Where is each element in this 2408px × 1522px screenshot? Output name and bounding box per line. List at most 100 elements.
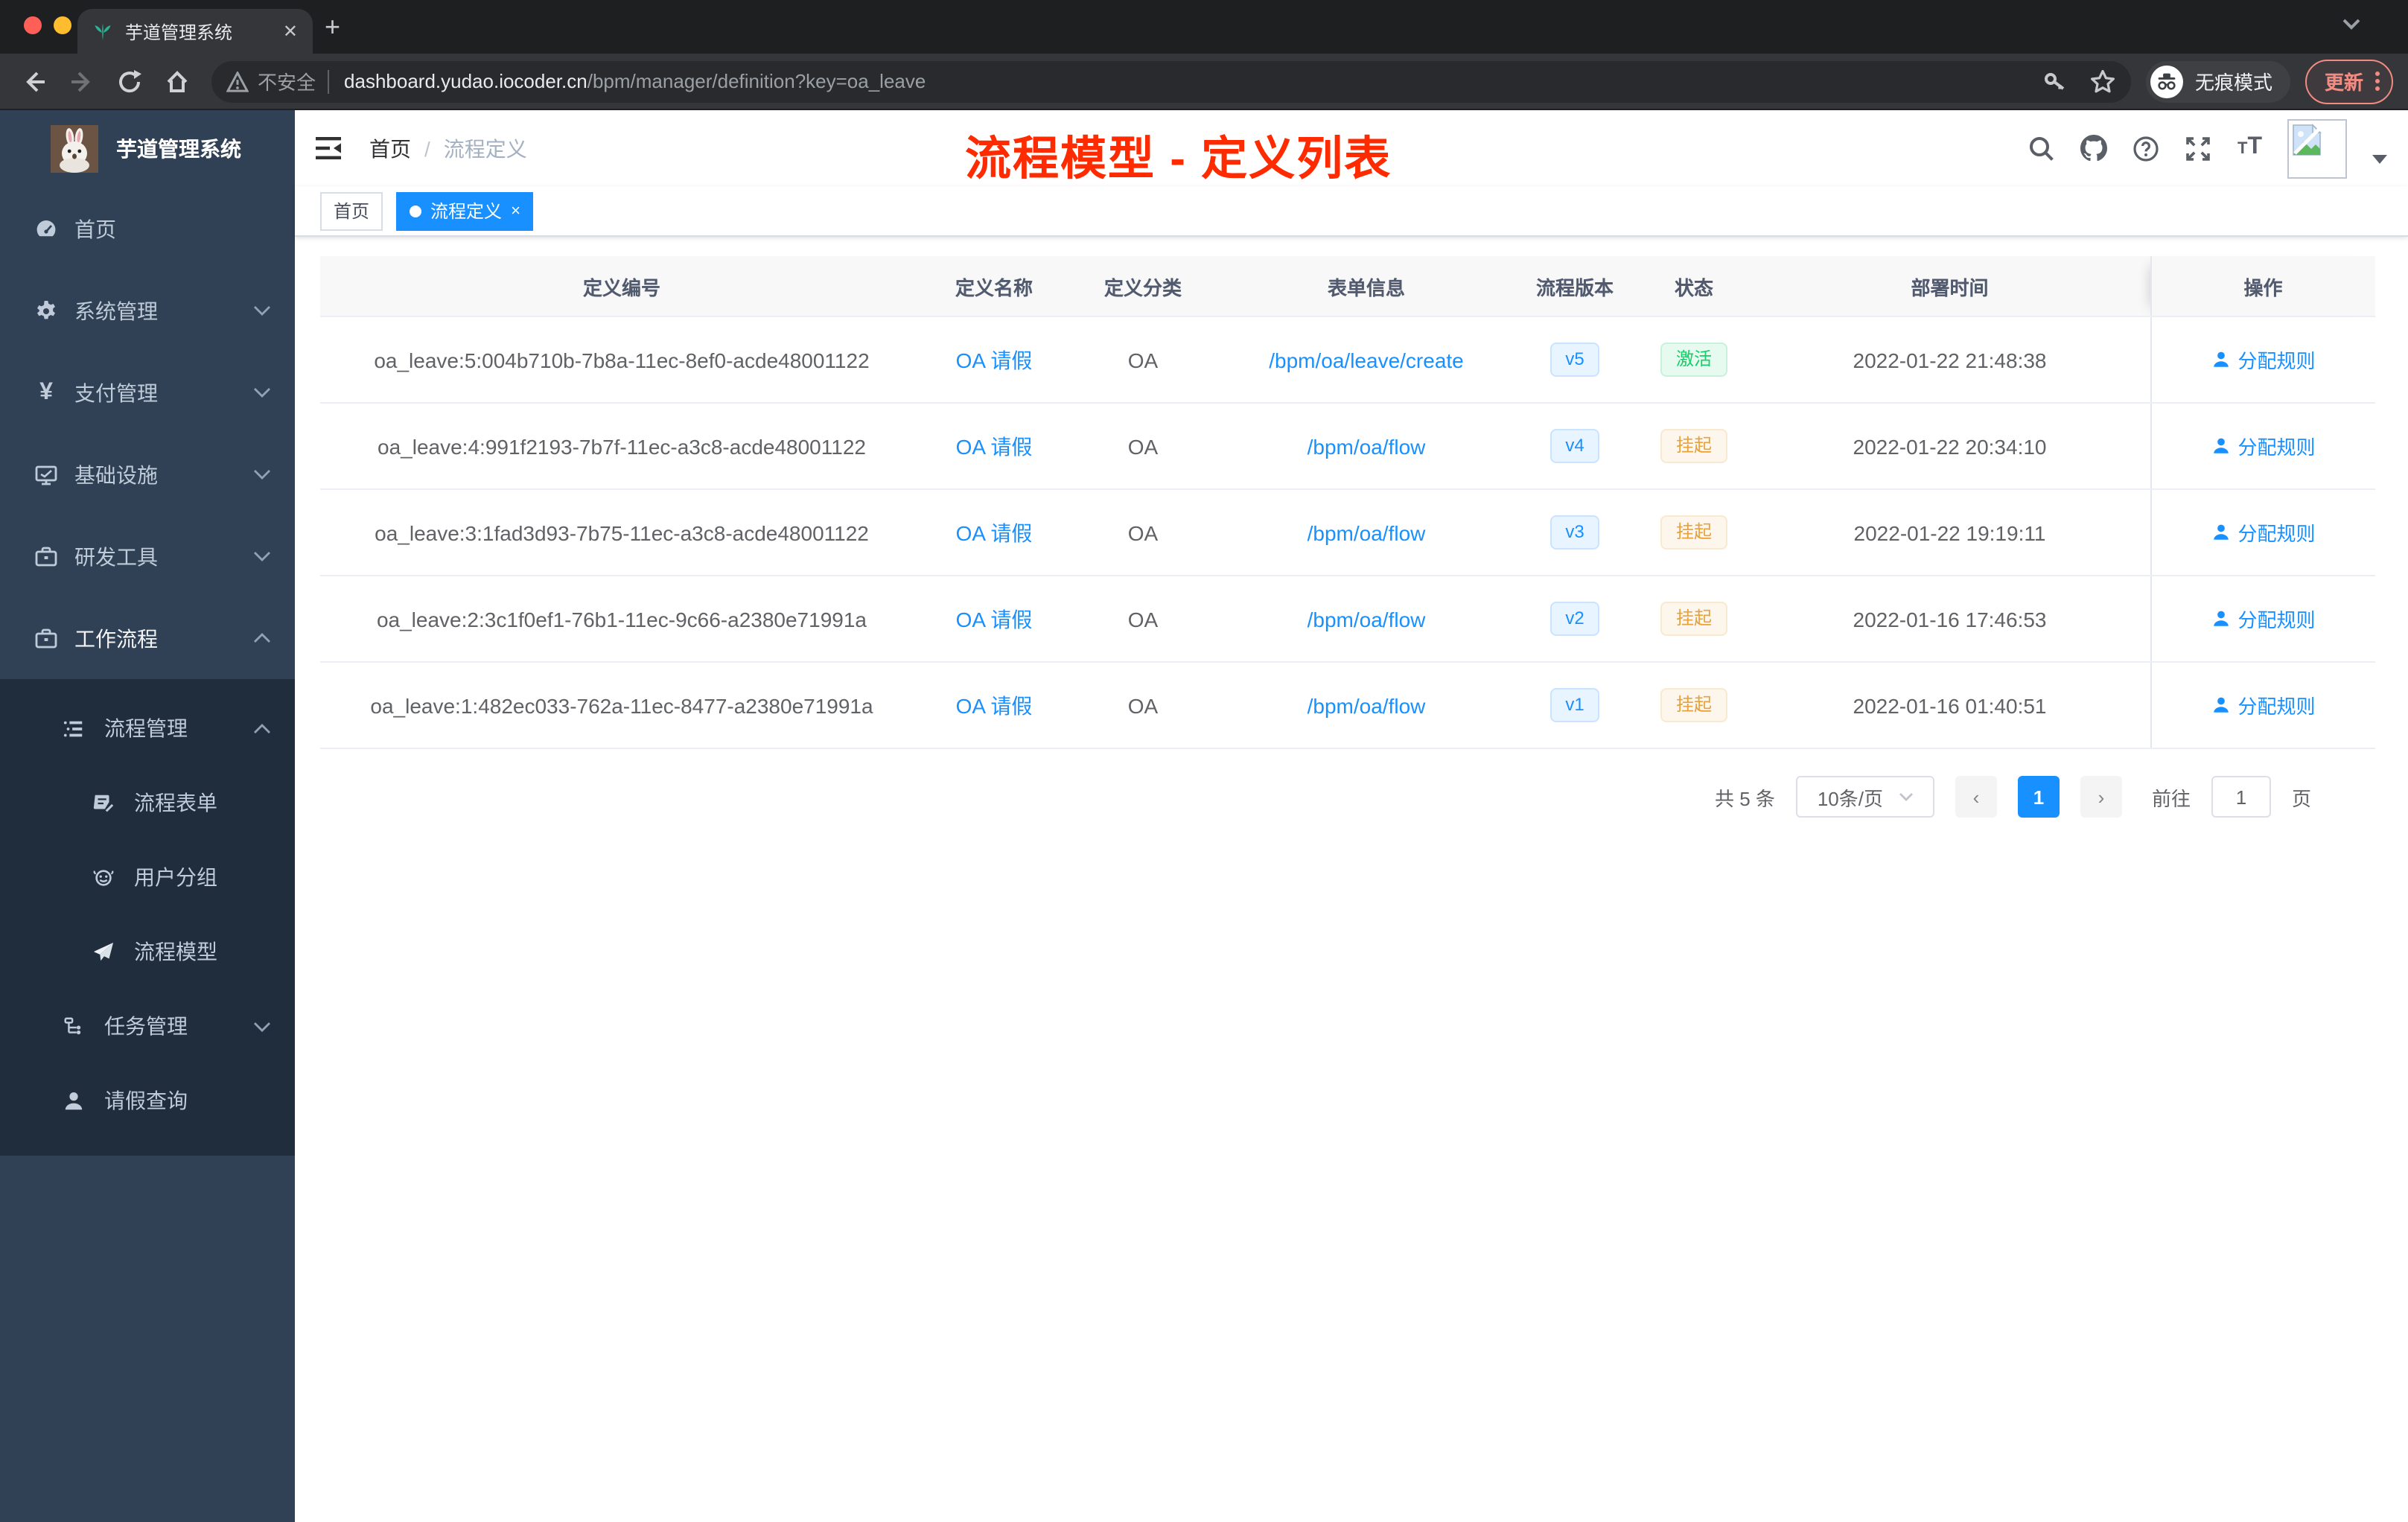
- user-menu-caret-icon[interactable]: [2372, 154, 2387, 163]
- sidebar-item-home[interactable]: 首页: [0, 188, 295, 270]
- browser-menu-icon[interactable]: [2375, 71, 2380, 91]
- tag-close-icon[interactable]: ×: [511, 193, 520, 229]
- assign-rule-button[interactable]: 分配规则: [2211, 518, 2316, 547]
- search-icon[interactable]: [2029, 135, 2056, 162]
- definition-table: 定义编号 定义名称 定义分类 表单信息 流程版本 状态 部署时间 操作 oa_l: [320, 256, 2375, 749]
- col-status: 状态: [1638, 256, 1750, 317]
- url-host[interactable]: dashboard.yudao.iocoder.cn: [344, 70, 587, 92]
- next-page-button[interactable]: ›: [2080, 776, 2122, 818]
- status-badge: 挂起: [1660, 429, 1727, 463]
- top-navbar: 首页 / 流程定义 流程模型 - 定义列表 TT: [295, 110, 2408, 186]
- sidebar-item-label: 用户分组: [134, 865, 217, 889]
- sidebar-item-label: 基础设施: [74, 462, 158, 486]
- gear-icon: [37, 300, 55, 319]
- col-form-info: 表单信息: [1221, 256, 1512, 317]
- app-title: 芋道管理系统: [116, 137, 241, 161]
- tab-list-caret-icon[interactable]: [2342, 18, 2360, 30]
- tag-home[interactable]: 首页: [320, 191, 383, 230]
- form-info-link[interactable]: /bpm/oa/flow: [1307, 607, 1426, 631]
- definition-id-cell: oa_leave:2:3c1f0ef1-76b1-11ec-9c66-a2380…: [320, 576, 923, 663]
- definition-name-link[interactable]: OA 请假: [956, 520, 1033, 544]
- form-info-link[interactable]: /bpm/oa/flow: [1307, 520, 1426, 544]
- sidebar-item-process-form[interactable]: 流程表单: [0, 765, 295, 840]
- browser-update-button[interactable]: 更新: [2305, 59, 2393, 104]
- sidebar-item-system[interactable]: 系统管理: [0, 270, 295, 351]
- not-secure-warning-icon[interactable]: [226, 71, 249, 92]
- user-group-icon: [93, 869, 114, 885]
- url-path[interactable]: /bpm/manager/definition?key=oa_leave: [587, 70, 926, 92]
- url-bar[interactable]: 不安全 dashboard.yudao.iocoder.cn/bpm/manag…: [211, 60, 2131, 102]
- chevron-down-icon: [254, 388, 270, 398]
- page-content: 定义编号 定义名称 定义分类 表单信息 流程版本 状态 部署时间 操作 oa_l: [295, 237, 2408, 818]
- sidebar-item-user-group[interactable]: 用户分组: [0, 840, 295, 914]
- update-label[interactable]: 更新: [2325, 67, 2363, 95]
- app-logo-rabbit: [51, 125, 98, 173]
- assign-rule-button[interactable]: 分配规则: [2211, 346, 2316, 374]
- github-icon[interactable]: [2080, 135, 2108, 162]
- sidebar-item-process-management[interactable]: 流程管理: [0, 691, 295, 765]
- form-info-link[interactable]: /bpm/oa/leave/create: [1269, 348, 1464, 372]
- breadcrumb-home[interactable]: 首页: [369, 133, 411, 163]
- assign-rule-button[interactable]: 分配规则: [2211, 605, 2316, 633]
- deploy-time-cell: 2022-01-22 21:48:38: [1750, 316, 2150, 404]
- current-page-button[interactable]: 1: [2017, 776, 2060, 818]
- font-size-icon[interactable]: TT: [2237, 135, 2262, 161]
- reload-icon[interactable]: [116, 68, 143, 95]
- tag-label: 流程定义: [430, 200, 503, 221]
- sidebar-item-workflow[interactable]: 工作流程: [0, 597, 295, 679]
- category-cell: OA: [1065, 662, 1221, 749]
- avatar[interactable]: [2287, 118, 2347, 178]
- url-divider: [328, 69, 330, 93]
- table-row: oa_leave:3:1fad3d93-7b75-11ec-a3c8-acde4…: [320, 489, 2375, 576]
- sidebar-item-process-model[interactable]: 流程模型: [0, 914, 295, 989]
- sidebar-item-label: 系统管理: [74, 299, 158, 322]
- sidebar-item-leave-query[interactable]: 请假查询: [0, 1063, 295, 1138]
- sidebar-logo-row[interactable]: 芋道管理系统: [0, 110, 295, 188]
- incognito-badge: 无痕模式: [2145, 60, 2290, 102]
- close-window-button[interactable]: [24, 16, 42, 34]
- sidebar-item-label: 流程表单: [134, 791, 217, 815]
- list-tree-icon: [63, 720, 83, 736]
- prev-page-button[interactable]: ‹: [1955, 776, 1997, 818]
- forward-icon[interactable]: [69, 68, 95, 95]
- category-cell: OA: [1065, 489, 1221, 576]
- sidebar-item-pay[interactable]: ¥ 支付管理: [0, 351, 295, 433]
- person-icon: [2213, 351, 2229, 367]
- version-badge: v1: [1550, 688, 1599, 722]
- person-icon: [2213, 611, 2229, 626]
- definition-name-link[interactable]: OA 请假: [956, 348, 1033, 372]
- assign-rule-button[interactable]: 分配规则: [2211, 691, 2316, 719]
- definition-name-link[interactable]: OA 请假: [956, 607, 1033, 631]
- key-icon[interactable]: [2042, 68, 2068, 95]
- bookmark-star-icon[interactable]: [2089, 68, 2116, 95]
- goto-page-input[interactable]: [2211, 776, 2271, 818]
- minimize-window-button[interactable]: [54, 16, 71, 34]
- page-size-select[interactable]: 10条/页: [1795, 776, 1934, 818]
- status-badge: 挂起: [1660, 515, 1727, 550]
- form-info-link[interactable]: /bpm/oa/flow: [1307, 693, 1426, 717]
- tag-process-definition[interactable]: 流程定义 ×: [396, 191, 534, 230]
- definition-id-cell: oa_leave:5:004b710b-7b8a-11ec-8ef0-acde4…: [320, 316, 923, 404]
- definition-name-link[interactable]: OA 请假: [956, 434, 1033, 458]
- not-secure-label[interactable]: 不安全: [258, 67, 316, 95]
- sidebar-item-label: 工作流程: [74, 626, 158, 650]
- tab-close-icon[interactable]: ✕: [283, 22, 298, 40]
- back-icon[interactable]: [21, 68, 48, 95]
- sidebar-item-task-management[interactable]: 任务管理: [0, 989, 295, 1063]
- new-tab-button[interactable]: +: [325, 13, 340, 40]
- home-icon[interactable]: [164, 68, 191, 95]
- collapse-sidebar-icon[interactable]: [316, 137, 341, 159]
- person-icon: [2213, 697, 2229, 713]
- definition-name-link[interactable]: OA 请假: [956, 693, 1033, 717]
- workflow-submenu: 流程管理 流程表单 用户分组 流程模型 任务管理 请假查询: [0, 679, 295, 1156]
- assign-rule-button[interactable]: 分配规则: [2211, 432, 2316, 460]
- chevron-up-icon: [254, 633, 270, 643]
- fullscreen-icon[interactable]: [2185, 135, 2212, 162]
- form-info-link[interactable]: /bpm/oa/flow: [1307, 434, 1426, 458]
- breadcrumb-separator: /: [424, 136, 430, 160]
- browser-tab[interactable]: 芋道管理系统 ✕: [77, 9, 313, 54]
- sidebar-item-label: 首页: [74, 217, 116, 241]
- sidebar-item-devtools[interactable]: 研发工具: [0, 515, 295, 597]
- help-icon[interactable]: [2133, 135, 2160, 162]
- sidebar-item-infra[interactable]: 基础设施: [0, 433, 295, 515]
